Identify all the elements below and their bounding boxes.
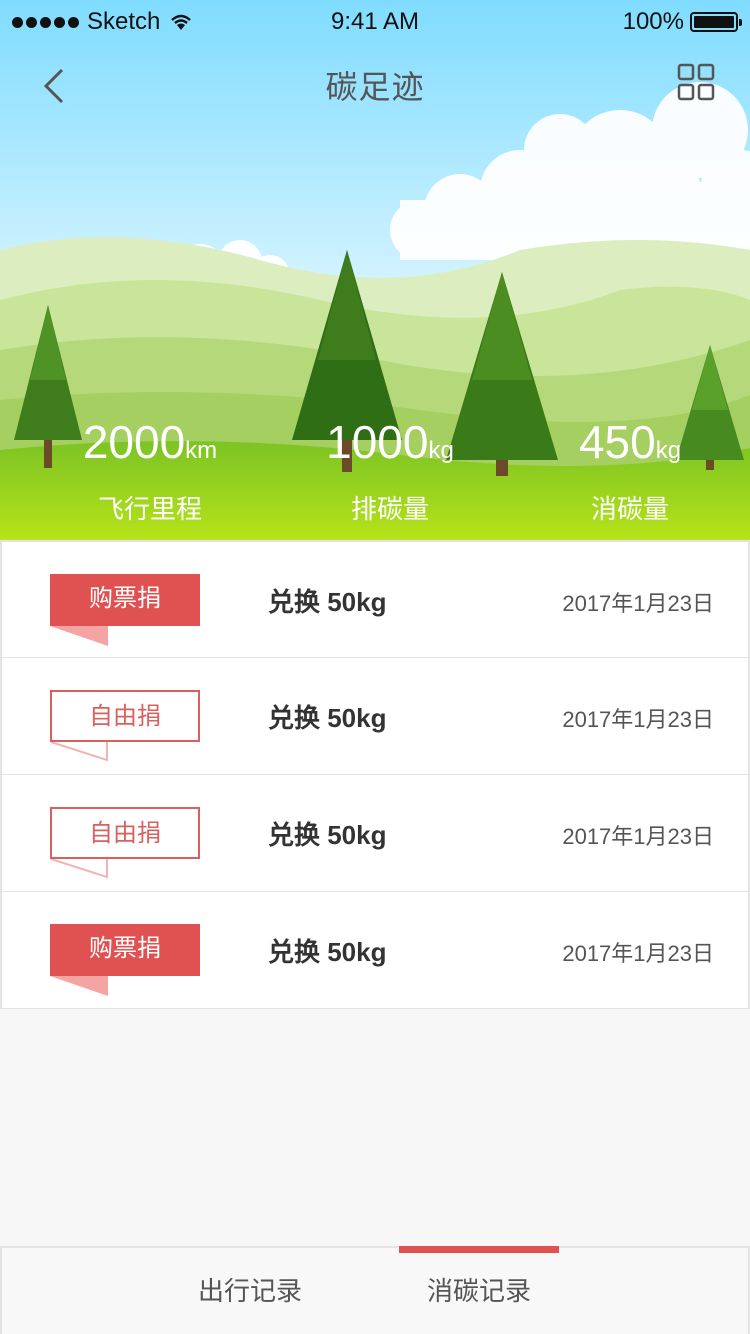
record-date: 2017年1月23日: [562, 941, 714, 966]
record-date: 2017年1月23日: [562, 591, 714, 616]
battery-percent: 100%: [622, 8, 684, 35]
tag-ribbon-tail: [50, 742, 108, 762]
stat-label: 消碳量: [590, 494, 669, 524]
donation-tag: 购票捐: [50, 574, 200, 626]
tab-carbon-offset-records[interactable]: 消碳记录: [399, 1248, 559, 1334]
battery-icon: [690, 12, 742, 32]
stat-value: 2000: [82, 416, 186, 468]
page-title: 碳足迹: [325, 69, 425, 105]
list-item[interactable]: 自由捐 兑换 50kg 2017年1月23日: [0, 775, 750, 892]
record-amount: 兑换 50kg: [268, 937, 387, 967]
stat-unit: km: [185, 437, 218, 464]
status-bar: Sketch 9:41 AM 100%: [0, 0, 750, 44]
donation-tag: 自由捐: [50, 690, 200, 742]
record-amount: 兑换 50kg: [268, 703, 387, 733]
stat-unit: kg: [655, 437, 682, 464]
stat-unit: kg: [428, 437, 454, 464]
tag-ribbon-tail: [50, 976, 108, 996]
stat-value: 450: [578, 416, 656, 468]
list-item[interactable]: 自由捐 兑换 50kg 2017年1月23日: [0, 658, 750, 775]
donation-tag: 购票捐: [50, 924, 200, 976]
hero-banner: Sketch 9:41 AM 100% 碳足迹 2000km 飞行里程 1000…: [0, 0, 750, 540]
stat-value: 1000: [326, 416, 429, 468]
grid-icon[interactable]: [676, 62, 716, 102]
tag-ribbon-tail: [50, 626, 108, 646]
record-amount: 兑换 50kg: [268, 587, 387, 617]
stat-carbon-offset: 450kg 消碳量: [505, 414, 750, 526]
tab-travel-records[interactable]: 出行记录: [170, 1248, 330, 1334]
record-list: 购票捐 兑换 50kg 2017年1月23日 自由捐 兑换 50kg 2017年…: [0, 540, 750, 1009]
bottom-tab-bar: 出行记录 消碳记录: [0, 1246, 750, 1334]
record-amount: 兑换 50kg: [268, 820, 387, 850]
record-date: 2017年1月23日: [562, 707, 714, 732]
tag-ribbon-tail: [50, 859, 108, 879]
list-item[interactable]: 购票捐 兑换 50kg 2017年1月23日: [0, 892, 750, 1009]
record-date: 2017年1月23日: [562, 824, 714, 849]
stat-carbon-emitted: 1000kg 排碳量: [265, 414, 515, 526]
stat-flight-distance: 2000km 飞行里程: [25, 414, 275, 526]
donation-tag: 自由捐: [50, 807, 200, 859]
battery-group: 100%: [622, 8, 742, 36]
stat-label: 排碳量: [350, 494, 429, 524]
stat-label: 飞行里程: [97, 494, 202, 524]
list-item[interactable]: 购票捐 兑换 50kg 2017年1月23日: [0, 540, 750, 658]
